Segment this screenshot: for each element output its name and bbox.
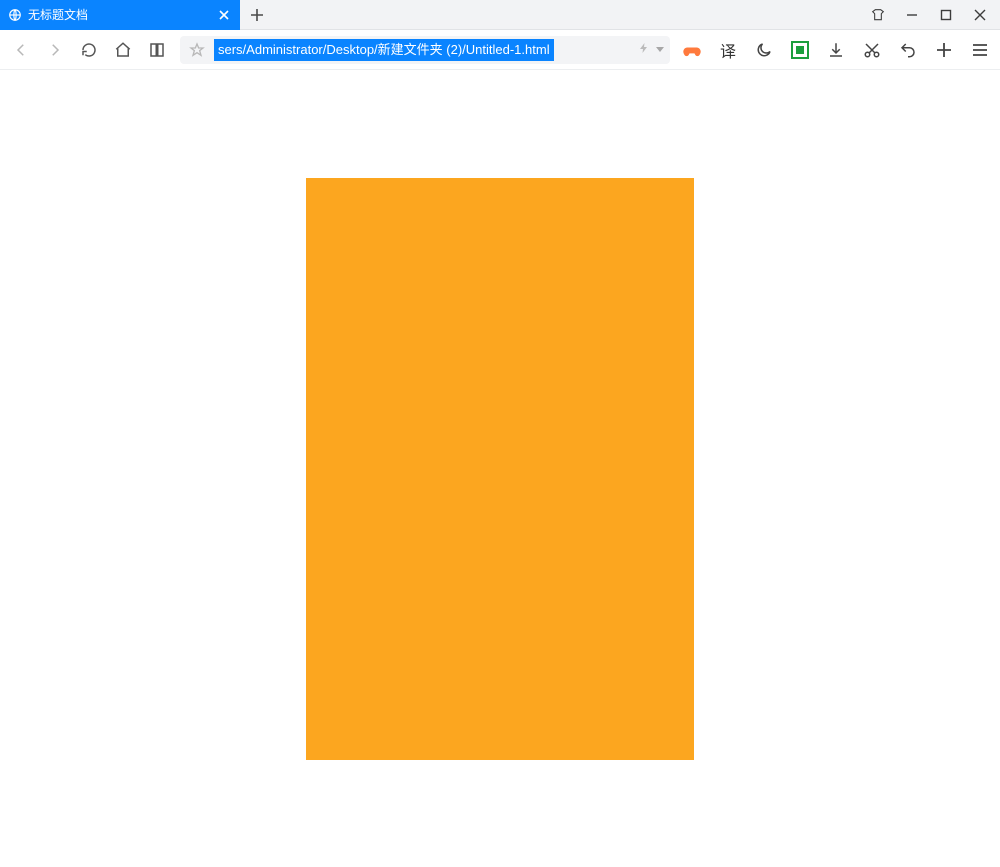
snip-button[interactable] [862, 40, 882, 60]
reload-button[interactable] [78, 39, 100, 61]
menu-button[interactable] [970, 40, 990, 60]
night-mode-button[interactable] [754, 40, 774, 60]
back-button[interactable] [10, 39, 32, 61]
gamepad-icon[interactable] [682, 40, 702, 60]
globe-icon [8, 8, 22, 22]
minimize-button[interactable] [896, 1, 928, 29]
address-dropdown-icon[interactable] [656, 47, 664, 53]
translate-label: 译 [720, 38, 736, 62]
address-bar[interactable]: sers/Administrator/Desktop/新建文件夹 (2)/Unt… [180, 36, 670, 64]
undo-button[interactable] [898, 40, 918, 60]
download-button[interactable] [826, 40, 846, 60]
new-tab-button[interactable] [240, 8, 274, 22]
toolbar-right: 译 [682, 40, 990, 60]
add-button[interactable] [934, 40, 954, 60]
tab-close-button[interactable] [216, 10, 232, 20]
window-controls [862, 1, 1000, 29]
toolbar: sers/Administrator/Desktop/新建文件夹 (2)/Unt… [0, 30, 1000, 70]
translate-button[interactable]: 译 [718, 40, 738, 60]
screenshot-button[interactable] [790, 40, 810, 60]
skin-button[interactable] [862, 1, 894, 29]
browser-tab[interactable]: 无标题文档 [0, 0, 240, 30]
forward-button[interactable] [44, 39, 66, 61]
page-viewport [0, 70, 1000, 867]
screenshot-icon [791, 41, 809, 59]
close-window-button[interactable] [964, 1, 996, 29]
orange-rectangle [306, 178, 694, 760]
home-button[interactable] [112, 39, 134, 61]
favorite-icon[interactable] [186, 39, 208, 61]
reader-button[interactable] [146, 39, 168, 61]
tab-title: 无标题文档 [28, 6, 210, 23]
title-bar: 无标题文档 [0, 0, 1000, 30]
address-text-selected[interactable]: sers/Administrator/Desktop/新建文件夹 (2)/Unt… [214, 39, 554, 61]
maximize-button[interactable] [930, 1, 962, 29]
flash-icon[interactable] [638, 40, 650, 59]
